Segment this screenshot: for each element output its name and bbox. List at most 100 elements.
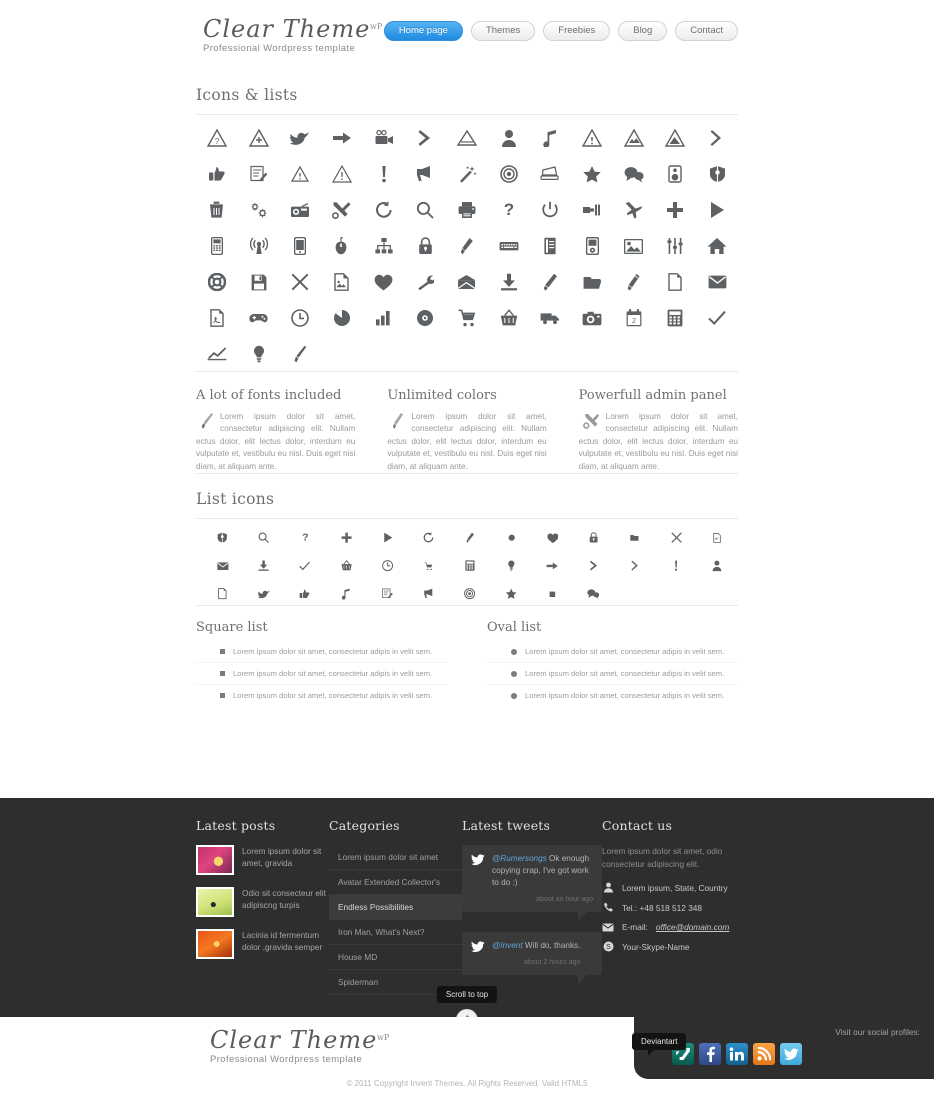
truck-icon[interactable]: [540, 307, 560, 329]
download-icon[interactable]: [258, 559, 269, 573]
search-icon[interactable]: [258, 531, 270, 545]
star-icon[interactable]: [505, 587, 517, 601]
radio-icon[interactable]: [290, 199, 310, 221]
question-icon[interactable]: ?: [301, 531, 310, 545]
chevron-right-bold-icon[interactable]: [589, 559, 599, 573]
lock-icon[interactable]: [418, 235, 433, 257]
shield-icon[interactable]: [709, 163, 726, 185]
sitemap-icon[interactable]: [375, 235, 393, 257]
lifebuoy-icon[interactable]: [207, 271, 226, 293]
chevron-right-bold-icon[interactable]: [417, 127, 433, 149]
gamepad-icon[interactable]: [249, 307, 268, 329]
chevron-right-icon[interactable]: [710, 127, 724, 149]
email-link[interactable]: office@domain.com: [656, 922, 729, 932]
twitter-bird-icon[interactable]: [290, 127, 310, 149]
brush-icon[interactable]: [293, 343, 307, 365]
tweet-handle[interactable]: @Invent: [492, 941, 523, 950]
arrow-right-icon[interactable]: [332, 127, 352, 149]
site-logo[interactable]: Clear Theme wP Professional Wordpress tem…: [203, 16, 382, 54]
nav-item-blog[interactable]: Blog: [618, 21, 668, 41]
user-icon[interactable]: [501, 127, 517, 149]
check-icon[interactable]: [299, 559, 311, 573]
circle-icon[interactable]: [508, 531, 515, 545]
pencil-icon[interactable]: [543, 271, 558, 293]
shield-icon[interactable]: [217, 531, 228, 545]
warning-mountain-icon[interactable]: [623, 127, 644, 149]
folder-open-icon[interactable]: [583, 271, 602, 293]
footer-logo[interactable]: Clear Theme wP Professional Wordpress tem…: [210, 1027, 389, 1065]
pdf-file-icon[interactable]: [210, 307, 224, 329]
magic-wand-icon[interactable]: [457, 163, 477, 185]
tools-icon[interactable]: [332, 199, 352, 221]
chat-bubbles-icon[interactable]: [587, 587, 600, 601]
target-icon[interactable]: [499, 163, 518, 185]
book-icon[interactable]: [543, 235, 557, 257]
open-mail-icon[interactable]: [457, 271, 477, 293]
category-item[interactable]: House MD: [329, 945, 462, 971]
lock-icon[interactable]: [589, 531, 598, 545]
square-icon[interactable]: [549, 587, 556, 601]
pie-chart-icon[interactable]: [333, 307, 351, 329]
music-note-icon[interactable]: [341, 587, 351, 601]
tweet-item[interactable]: @Rumersongs Ok enough copying crap, I've…: [462, 845, 602, 922]
megaphone-icon[interactable]: [415, 163, 435, 185]
keyboard-icon[interactable]: [499, 235, 519, 257]
camera-icon[interactable]: [582, 307, 602, 329]
warning-exclam-icon[interactable]: [582, 127, 603, 149]
note-edit-icon[interactable]: [249, 163, 268, 185]
linkedin-icon[interactable]: [726, 1043, 748, 1066]
refresh-icon[interactable]: [423, 531, 434, 545]
plug-icon[interactable]: [582, 199, 602, 221]
warning-small-icon[interactable]: [291, 163, 310, 185]
clock-icon[interactable]: [291, 307, 310, 329]
printer-icon[interactable]: [458, 199, 476, 221]
file-icon[interactable]: [668, 271, 683, 293]
warning-peak-icon[interactable]: [665, 127, 686, 149]
list-item[interactable]: Odio sit consecteur elit adipiscng turpi…: [196, 887, 329, 918]
list-item[interactable]: Lacinia id fermentum dolor ,gravida semp…: [196, 929, 329, 960]
exclamation-icon[interactable]: [379, 163, 389, 185]
close-x-icon[interactable]: [291, 271, 309, 293]
envelope-icon[interactable]: [217, 559, 229, 573]
question-icon[interactable]: ?: [502, 199, 516, 221]
clock-icon[interactable]: [382, 559, 394, 573]
list-item[interactable]: Lorem ipsum dolor sit amet, consectetur …: [487, 641, 738, 664]
category-item[interactable]: Iron Man, What's Next?: [329, 920, 462, 946]
heart-icon[interactable]: [546, 531, 559, 545]
basket-icon[interactable]: [341, 559, 352, 573]
shopping-cart-icon[interactable]: [458, 307, 476, 329]
speaker-icon[interactable]: [668, 163, 683, 185]
gears-icon[interactable]: [249, 199, 269, 221]
nav-item-contact[interactable]: Contact: [675, 21, 738, 41]
mobile-keypad-icon[interactable]: [210, 235, 223, 257]
list-item[interactable]: Lorem ipsum dolor sit amet, consectetur …: [196, 685, 447, 706]
usb-icon[interactable]: [460, 235, 474, 257]
twitter-bird-icon[interactable]: [257, 587, 270, 601]
nav-item-themes[interactable]: Themes: [470, 21, 536, 41]
warning-alert-icon[interactable]: [331, 163, 352, 185]
wifi-signal-icon[interactable]: [249, 235, 268, 257]
list-item[interactable]: Lorem ipsum dolor sit amet, gravida: [196, 845, 329, 876]
nav-item-freebies[interactable]: Freebies: [543, 21, 611, 41]
calculator-icon[interactable]: [667, 307, 683, 329]
plus-icon[interactable]: [341, 531, 352, 545]
wrench-icon[interactable]: [416, 271, 435, 293]
target-icon[interactable]: [464, 587, 476, 601]
smartphone-icon[interactable]: [294, 235, 307, 257]
nav-item-home-page[interactable]: Home page: [383, 21, 463, 41]
envelope-icon[interactable]: [708, 271, 727, 293]
usb-icon[interactable]: [466, 531, 475, 545]
thumbs-up-icon[interactable]: [208, 163, 226, 185]
basket-icon[interactable]: [500, 307, 518, 329]
calculator-icon[interactable]: [465, 559, 475, 573]
calendar-icon[interactable]: 2: [626, 307, 642, 329]
heart-icon[interactable]: [374, 271, 393, 293]
warning-plus-icon[interactable]: [248, 127, 269, 149]
category-item[interactable]: Avatar Extended Collector's: [329, 870, 462, 896]
bar-chart-icon[interactable]: [375, 307, 393, 329]
music-note-icon[interactable]: [542, 127, 558, 149]
marker-icon[interactable]: [627, 271, 641, 293]
save-icon[interactable]: [251, 271, 267, 293]
facebook-icon[interactable]: [699, 1043, 721, 1066]
thumbs-up-icon[interactable]: [299, 587, 310, 601]
